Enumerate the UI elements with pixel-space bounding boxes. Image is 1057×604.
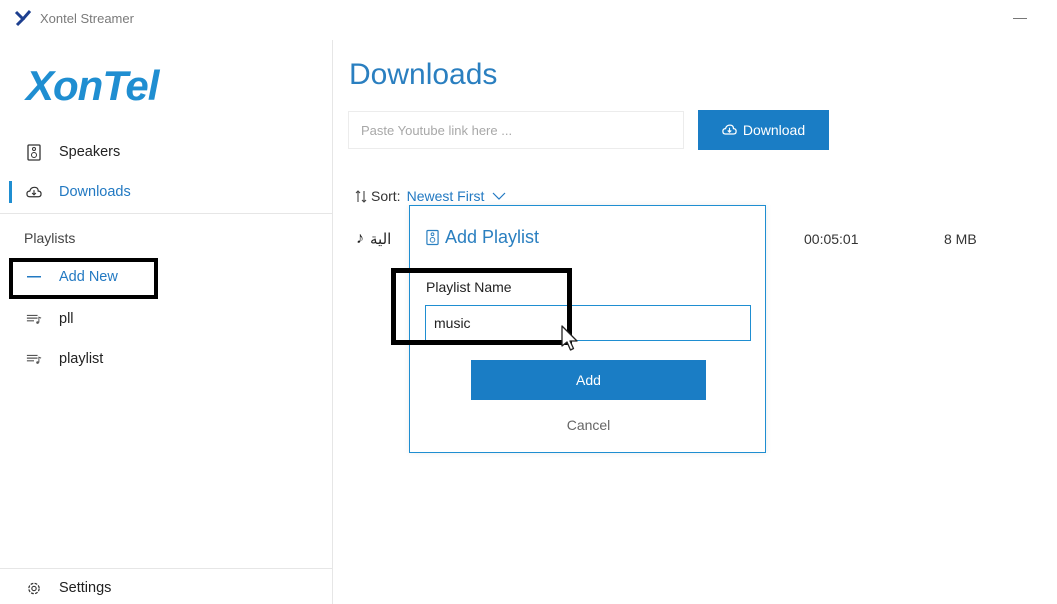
track-duration: 00:05:01 (804, 231, 859, 247)
sort-control[interactable]: Sort: Newest First (355, 188, 506, 204)
download-button-label: Download (742, 122, 806, 138)
mouse-cursor-icon (561, 325, 578, 351)
title-bar: Xontel Streamer (0, 0, 1057, 40)
minimize-button[interactable] (1008, 6, 1034, 30)
sidebar-item-speakers[interactable]: Speakers (0, 137, 333, 167)
sidebar-item-playlist-playlist[interactable]: playlist (0, 344, 333, 374)
sidebar-item-playlist-pll[interactable]: pll (0, 304, 333, 334)
sidebar-item-label: pll (59, 311, 74, 327)
sidebar-item-settings[interactable]: Settings (0, 573, 333, 603)
speaker-icon (426, 229, 439, 246)
track-title: الية (370, 231, 392, 248)
annotation-highlight-box (9, 258, 158, 299)
speaker-icon (26, 143, 42, 161)
page-title: Downloads (349, 58, 498, 91)
sidebar-item-label: Downloads (59, 184, 131, 200)
sidebar: XonTel Speakers Downloads Playlists Add … (0, 40, 333, 604)
cloud-download-icon (722, 124, 737, 135)
gear-icon (26, 580, 42, 596)
add-button[interactable]: Add (471, 360, 706, 400)
sidebar-item-downloads[interactable]: Downloads (0, 177, 333, 207)
app-logo-icon (14, 10, 32, 27)
cancel-button[interactable]: Cancel (471, 412, 706, 438)
track-size: 8 MB (944, 231, 977, 247)
playlist-icon (26, 351, 42, 367)
active-indicator (9, 181, 12, 203)
playlist-name-input[interactable] (425, 305, 751, 341)
sort-value[interactable]: Newest First (407, 188, 485, 204)
playlists-header: Playlists (24, 230, 76, 246)
playlist-name-label: Playlist Name (426, 279, 512, 295)
cloud-download-icon (26, 184, 42, 200)
music-note-icon: ♪ (356, 230, 364, 247)
add-playlist-dialog: Add Playlist Playlist Name Add Cancel (391, 205, 766, 453)
chevron-down-icon[interactable] (492, 192, 506, 200)
sidebar-item-label: playlist (59, 351, 104, 367)
sort-icon (355, 189, 367, 203)
window-title: Xontel Streamer (40, 11, 134, 26)
brand-logo: XonTel (26, 62, 159, 109)
download-button[interactable]: Download (698, 110, 829, 150)
playlist-icon (26, 311, 42, 327)
sidebar-item-label: Settings (59, 580, 112, 596)
divider (0, 213, 333, 214)
youtube-link-input[interactable] (348, 111, 684, 149)
sort-label: Sort: (371, 188, 401, 204)
dialog-title: Add Playlist (426, 227, 539, 248)
sidebar-item-label: Speakers (59, 144, 121, 160)
divider (0, 568, 333, 569)
dialog-title-text: Add Playlist (445, 227, 540, 247)
